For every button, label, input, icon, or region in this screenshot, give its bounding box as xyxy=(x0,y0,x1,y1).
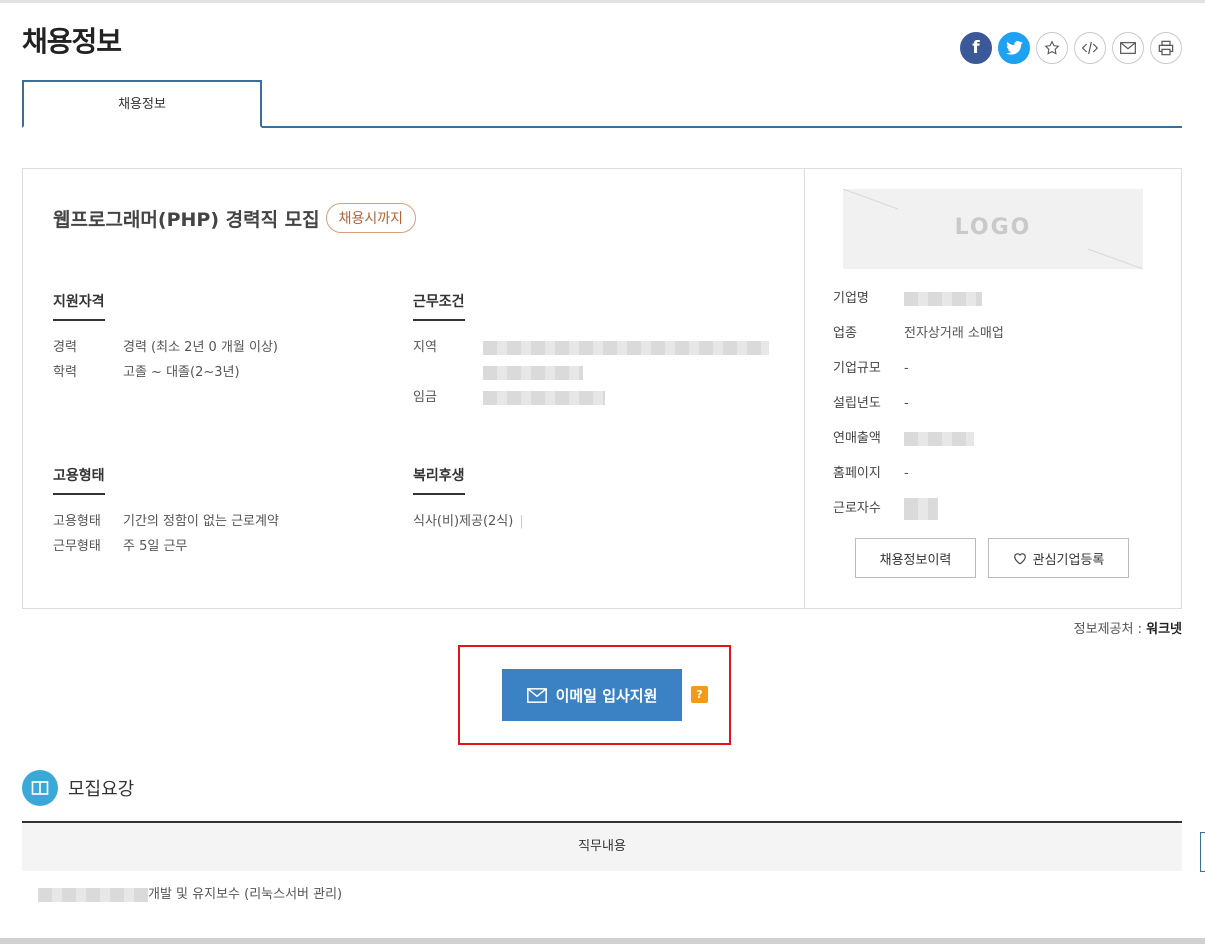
company-logo-placeholder: LOGO xyxy=(843,189,1143,269)
mail-icon[interactable] xyxy=(1112,32,1144,64)
welfare-value: 식사(비)제공(2식) xyxy=(413,514,514,529)
twitter-icon[interactable] xyxy=(998,32,1030,64)
region-value-redacted xyxy=(483,335,769,385)
job-title: 웹프로그래머(PHP) 경력직 모집 xyxy=(53,208,320,231)
company-name-redacted xyxy=(904,281,982,316)
row-value: 전자상거래 소매업 xyxy=(904,326,1004,341)
code-icon[interactable] xyxy=(1074,32,1106,64)
row-key: 업종 xyxy=(833,326,857,341)
row-value: 경력 (최소 2년 0 개월 이상) xyxy=(123,340,278,355)
conditions-row: 임금 xyxy=(413,385,783,410)
qualification-heading: 지원자격 xyxy=(53,291,105,321)
heart-icon xyxy=(1013,552,1026,564)
duty-text: 개발 및 유지보수 (리눅스서버 관리) xyxy=(148,887,343,902)
employment-heading: 고용형태 xyxy=(53,465,105,495)
company-row: 기업명 xyxy=(833,281,1004,316)
row-key: 기업명 xyxy=(833,291,869,306)
row-key: 기업규모 xyxy=(833,361,881,376)
duty-content: 개발 및 유지보수 (리눅스서버 관리) xyxy=(38,883,342,902)
row-value: 주 5일 근무 xyxy=(123,539,188,554)
row-value: - xyxy=(904,396,909,411)
company-row: 업종 전자상거래 소매업 xyxy=(833,316,1004,351)
duty-redacted xyxy=(38,887,148,902)
company-row: 기업규모 - xyxy=(833,351,1004,386)
tab-job-info[interactable]: 채용정보 xyxy=(22,80,262,128)
help-icon[interactable]: ? xyxy=(691,686,708,703)
book-icon xyxy=(22,770,58,806)
conditions-heading: 근무조건 xyxy=(413,291,465,321)
row-key: 고용형태 xyxy=(53,514,101,529)
row-key: 학력 xyxy=(53,365,77,380)
qualification-section: 지원자격 경력 경력 (최소 2년 0 개월 이상) 학력 고졸 ~ 대졸(2~… xyxy=(53,291,383,385)
row-value: - xyxy=(904,466,909,481)
company-info: 기업명 업종 전자상거래 소매업 기업규모 - 설립년도 - 연매출액 홈페이지… xyxy=(833,281,1004,526)
row-key: 근로자수 xyxy=(833,501,881,516)
row-key: 홈페이지 xyxy=(833,466,881,481)
row-value: - xyxy=(904,361,909,376)
info-source: 정보제공처 : 워크넷 xyxy=(1074,618,1182,637)
email-apply-label: 이메일 입사지원 xyxy=(555,686,658,705)
row-key: 설립년도 xyxy=(833,396,881,411)
row-value: 기간의 정함이 없는 근로계약 xyxy=(123,514,279,529)
company-row: 홈페이지 - xyxy=(833,456,1004,491)
welfare-section: 복리후생 식사(비)제공(2식) | xyxy=(413,465,783,534)
employment-row: 근무형태 주 5일 근무 xyxy=(53,534,383,559)
history-button-label: 채용정보이력 xyxy=(879,552,952,568)
employment-row: 고용형태 기간의 정함이 없는 근로계약 xyxy=(53,509,383,534)
duty-column-header: 직무내용 xyxy=(22,821,1182,871)
row-key: 임금 xyxy=(413,390,437,405)
card-divider xyxy=(804,169,805,608)
employees-redacted xyxy=(904,491,938,526)
job-summary-card: 웹프로그래머(PHP) 경력직 모집 채용시까지 지원자격 경력 경력 (최소 … xyxy=(22,168,1182,609)
tab-bar: 채용정보 xyxy=(22,80,1182,128)
row-key: 근무형태 xyxy=(53,539,101,554)
job-title-row: 웹프로그래머(PHP) 경력직 모집 채용시까지 xyxy=(53,203,417,233)
favorite-company-button[interactable]: 관심기업등록 xyxy=(988,538,1129,578)
wage-value-redacted xyxy=(483,385,605,410)
page-title: 채용정보 xyxy=(22,25,122,58)
history-button[interactable]: 채용정보이력 xyxy=(855,538,976,578)
envelope-icon xyxy=(526,687,547,703)
row-key: 지역 xyxy=(413,340,437,355)
welfare-separator: | xyxy=(519,514,524,529)
employment-section: 고용형태 고용형태 기간의 정함이 없는 근로계약 근무형태 주 5일 근무 xyxy=(53,465,383,559)
facebook-icon[interactable]: f xyxy=(960,32,992,64)
star-icon[interactable] xyxy=(1036,32,1068,64)
share-toolbar: f xyxy=(960,32,1182,64)
source-label: 정보제공처 : xyxy=(1073,622,1142,637)
company-row: 연매출액 xyxy=(833,421,1004,456)
favorite-button-label: 관심기업등록 xyxy=(1032,552,1105,568)
logo-text: LOGO xyxy=(954,215,1032,240)
company-row: 설립년도 - xyxy=(833,386,1004,421)
qualification-row: 경력 경력 (최소 2년 0 개월 이상) xyxy=(53,335,383,360)
top-border xyxy=(0,0,1205,3)
email-apply-button[interactable]: 이메일 입사지원 xyxy=(502,669,682,721)
print-icon[interactable] xyxy=(1150,32,1182,64)
conditions-section: 근무조건 지역 임금 xyxy=(413,291,783,410)
source-name: 워크넷 xyxy=(1146,622,1182,637)
welfare-row: 식사(비)제공(2식) | xyxy=(413,509,783,534)
row-value: 고졸 ~ 대졸(2~3년) xyxy=(123,365,240,380)
row-key: 경력 xyxy=(53,340,77,355)
qualification-row: 학력 고졸 ~ 대졸(2~3년) xyxy=(53,360,383,385)
bottom-border xyxy=(0,938,1205,944)
recruit-section-title: 모집요강 xyxy=(68,779,135,800)
company-row: 근로자수 xyxy=(833,491,1004,526)
welfare-heading: 복리후생 xyxy=(413,465,465,495)
deadline-badge: 채용시까지 xyxy=(325,203,417,233)
side-float-tab[interactable] xyxy=(1200,832,1205,872)
row-key: 연매출액 xyxy=(833,431,881,446)
revenue-redacted xyxy=(904,421,974,456)
conditions-row: 지역 xyxy=(413,335,783,385)
